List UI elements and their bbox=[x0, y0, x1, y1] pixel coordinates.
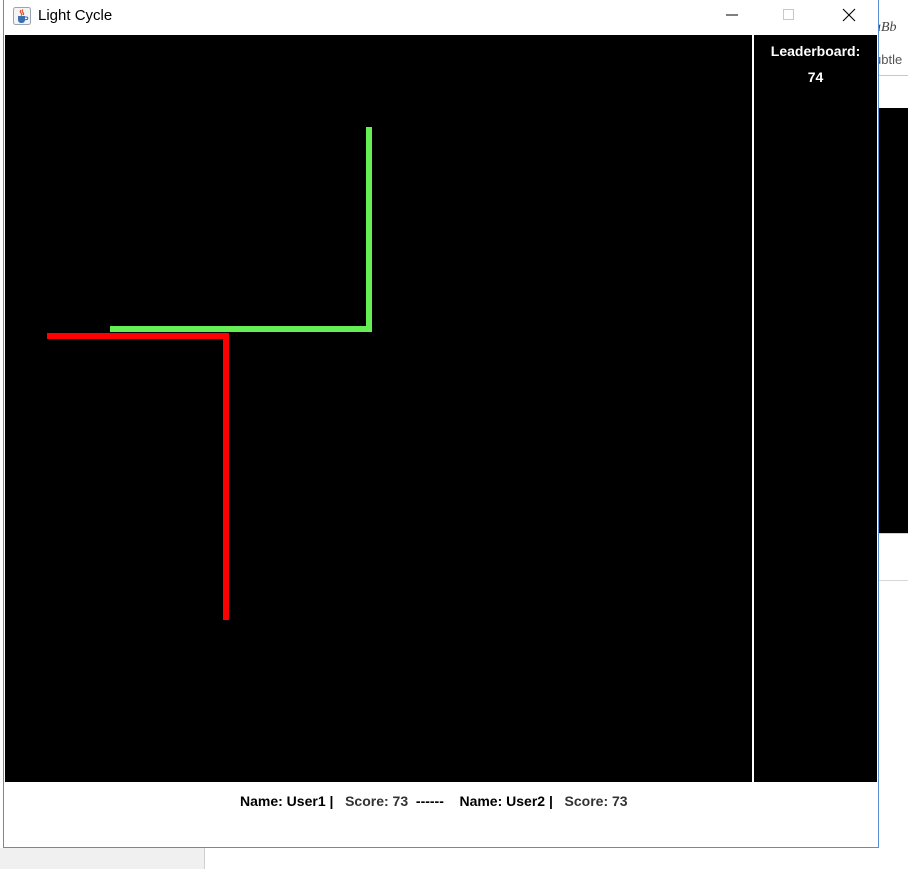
player1-name-label: Name: User1 | bbox=[240, 793, 334, 809]
title-bar[interactable]: Light Cycle bbox=[4, 0, 878, 34]
background-ribbon-label[interactable]: ubtle bbox=[878, 52, 902, 67]
player1-score: Score: 73 bbox=[345, 793, 409, 809]
background-document bbox=[878, 108, 908, 533]
leaderboard-top-score: 74 bbox=[807, 69, 824, 85]
game-arena bbox=[47, 127, 372, 620]
background-ribbon-style[interactable]: aBb bbox=[878, 20, 897, 36]
minimize-button[interactable] bbox=[709, 0, 755, 30]
light-trail-player1 bbox=[47, 333, 229, 620]
leaderboard-panel: Leaderboard: 74 bbox=[754, 35, 877, 782]
light-cycle-window: Light Cycle Leaderboard: 74 Name: User1 … bbox=[4, 0, 878, 847]
background-taskbar-strip bbox=[0, 848, 205, 869]
light-trail-player2 bbox=[110, 127, 372, 332]
player2-name-label: Name: User2 | bbox=[459, 793, 553, 809]
close-button[interactable] bbox=[826, 0, 872, 30]
player2-score: Score: 73 bbox=[564, 793, 628, 809]
maximize-button[interactable] bbox=[766, 0, 812, 30]
status-separator: ------ bbox=[415, 793, 444, 809]
desktop: aBb ubtle Light Cycle bbox=[0, 0, 908, 869]
game-canvas[interactable] bbox=[5, 35, 752, 782]
leaderboard-title: Leaderboard: bbox=[770, 43, 861, 59]
minimize-icon bbox=[726, 14, 738, 16]
status-bar: Name: User1 | Score: 73 ------ Name: Use… bbox=[4, 782, 878, 846]
player-status-line: Name: User1 | Score: 73 ------ Name: Use… bbox=[240, 793, 628, 809]
background-divider bbox=[878, 75, 908, 76]
java-cup-icon bbox=[13, 7, 31, 25]
background-footer bbox=[878, 533, 908, 580]
maximize-icon bbox=[783, 9, 794, 20]
close-icon bbox=[842, 8, 856, 22]
background-app-window[interactable]: aBb ubtle bbox=[878, 0, 908, 581]
window-title: Light Cycle bbox=[38, 7, 113, 24]
